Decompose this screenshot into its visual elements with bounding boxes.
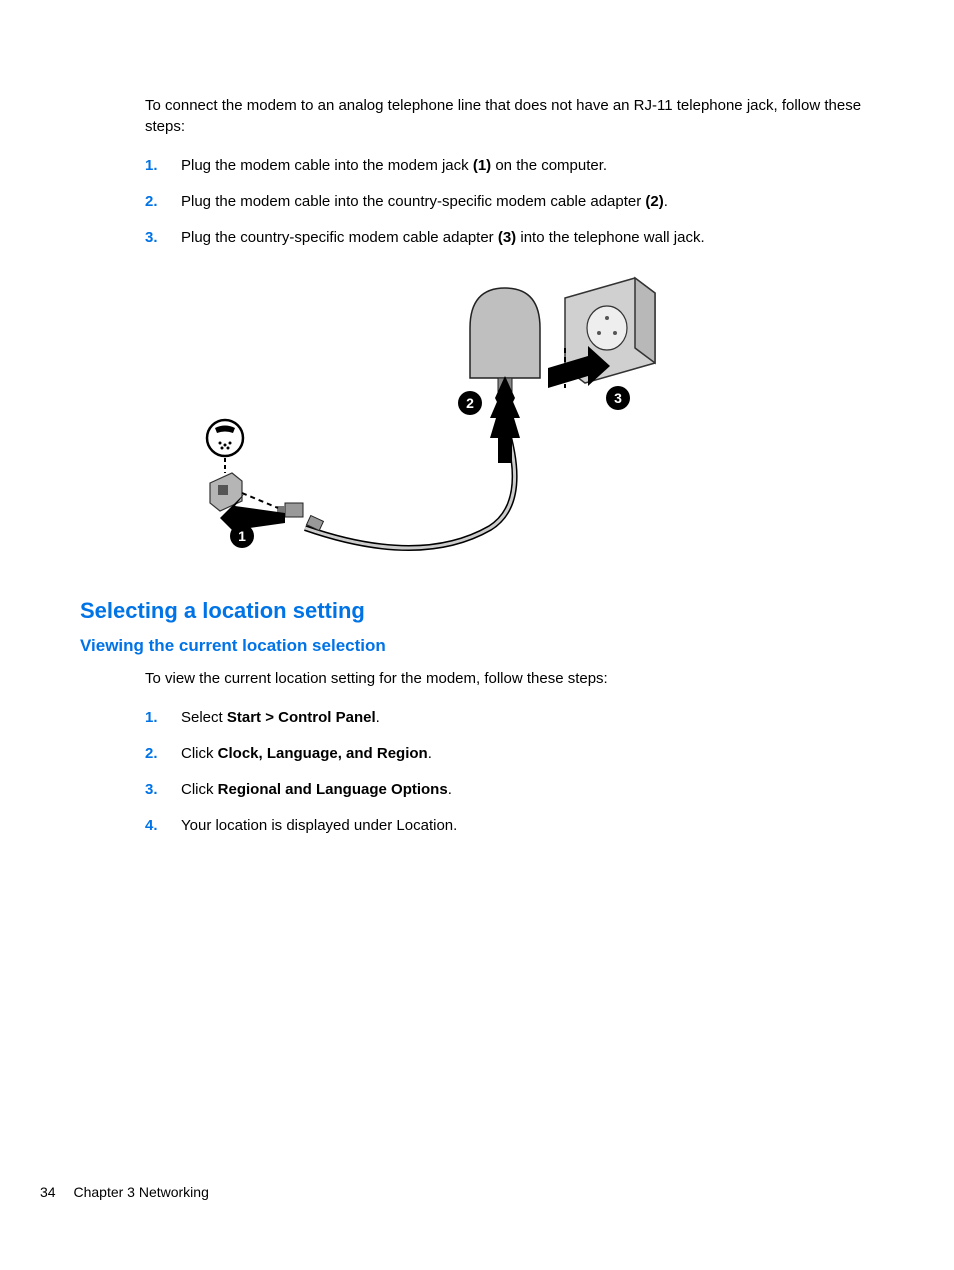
- page-footer: 34 Chapter 3 Networking: [40, 1184, 209, 1200]
- page-content: To connect the modem to an analog teleph…: [0, 0, 954, 836]
- section-view-location: To view the current location setting for…: [145, 668, 874, 836]
- step-number: 2.: [145, 191, 181, 212]
- intro-paragraph: To connect the modem to an analog teleph…: [145, 95, 874, 137]
- heading-selecting-location: Selecting a location setting: [80, 598, 874, 624]
- step-number: 2.: [145, 743, 181, 764]
- list-item: 1. Plug the modem cable into the modem j…: [145, 155, 874, 176]
- svg-text:3: 3: [614, 390, 622, 406]
- list-item: 3. Plug the country-specific modem cable…: [145, 227, 874, 248]
- step-text: Click Regional and Language Options.: [181, 779, 874, 800]
- intro-paragraph-2: To view the current location setting for…: [145, 668, 874, 689]
- list-item: 1. Select Start > Control Panel.: [145, 707, 874, 728]
- step-text: Plug the modem cable into the modem jack…: [181, 155, 874, 176]
- step-text: Your location is displayed under Locatio…: [181, 815, 874, 836]
- step-number: 4.: [145, 815, 181, 836]
- list-item: 2. Click Clock, Language, and Region.: [145, 743, 874, 764]
- list-item: 4. Your location is displayed under Loca…: [145, 815, 874, 836]
- svg-text:1: 1: [238, 528, 246, 544]
- heading-viewing-current-location: Viewing the current location selection: [80, 636, 874, 656]
- steps-list-1: 1. Plug the modem cable into the modem j…: [145, 155, 874, 248]
- section-connect-modem: To connect the modem to an analog teleph…: [145, 95, 874, 248]
- list-item: 3. Click Regional and Language Options.: [145, 779, 874, 800]
- step-number: 1.: [145, 707, 181, 728]
- step-number: 3.: [145, 227, 181, 248]
- svg-text:2: 2: [466, 395, 474, 411]
- modem-connection-diagram: 3 2: [170, 268, 690, 568]
- chapter-label: Chapter 3 Networking: [73, 1184, 208, 1200]
- steps-list-2: 1. Select Start > Control Panel. 2. Clic…: [145, 707, 874, 836]
- step-number: 3.: [145, 779, 181, 800]
- page-number: 34: [40, 1184, 56, 1200]
- step-text: Plug the country-specific modem cable ad…: [181, 227, 874, 248]
- step-text: Plug the modem cable into the country-sp…: [181, 191, 874, 212]
- step-text: Select Start > Control Panel.: [181, 707, 874, 728]
- list-item: 2. Plug the modem cable into the country…: [145, 191, 874, 212]
- step-number: 1.: [145, 155, 181, 176]
- step-text: Click Clock, Language, and Region.: [181, 743, 874, 764]
